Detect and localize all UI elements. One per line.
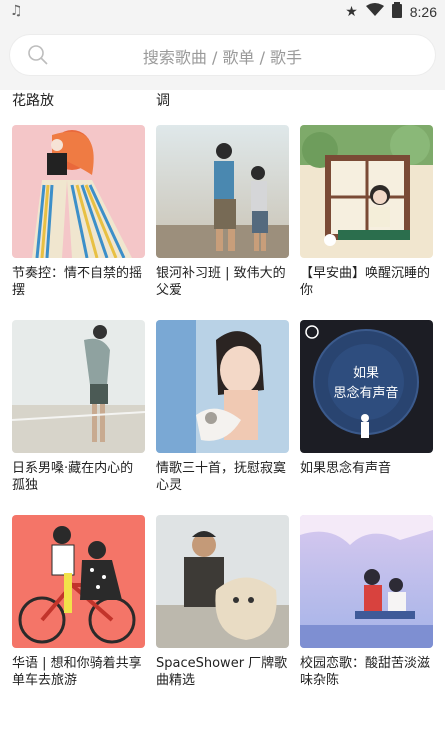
playlist-title: 如果思念有声音 [300,461,392,476]
playlist-card[interactable]: 银河补习班 | 致伟大的父爱 [156,125,289,299]
cover-line-1: 如果 [353,365,379,381]
playlist-card[interactable]: 如果 思念有声音 如果思念有声音 [300,320,433,477]
playlist-cover[interactable] [12,125,145,258]
playlist-title: 银河补习班 | 致伟大的父爱 [156,266,286,298]
playlist-card[interactable]: 情歌三十首，抚慰寂寞心灵 [156,320,289,494]
status-time: 8:26 [409,4,437,20]
playlist-card[interactable]: 日系男嗓·藏在内心的孤独 [12,320,145,494]
star-icon: ★ [345,4,358,20]
previous-row-titles: 花路放 调 [0,90,445,120]
playlist-card[interactable]: 【早安曲】唤醒沉睡的你 [300,125,433,299]
playlist-cover[interactable] [300,125,433,258]
playlist-card[interactable]: SpaceShower 厂牌歌曲精选 [156,515,289,689]
playlist-cover[interactable] [12,515,145,648]
search-bar-container: 搜索歌曲 / 歌单 / 歌手 [0,24,445,90]
playlist-title: 校园恋歌：酸甜苦淡滋味杂陈 [300,656,431,688]
wifi-icon [365,3,384,21]
playlist-title: 日系男嗓·藏在内心的孤独 [12,461,134,493]
playlist-card[interactable]: 节奏控：情不自禁的摇摆 [12,125,145,299]
playlist-cover[interactable] [156,320,289,453]
status-icons: ★ 8:26 [345,2,437,22]
music-note-icon: ♫ [10,3,23,19]
playlist-cover[interactable] [156,125,289,258]
playlist-title: 情歌三十首，抚慰寂寞心灵 [156,461,287,493]
playlist-title: 【早安曲】唤醒沉睡的你 [300,266,431,298]
search-placeholder: 搜索歌曲 / 歌单 / 歌手 [142,48,303,67]
playlist-card[interactable]: 校园恋歌：酸甜苦淡滋味杂陈 [300,515,433,689]
cover-line-2: 思念有声音 [333,385,398,401]
status-bar: ♫ ★ 8:26 [0,0,445,24]
playlist-cover[interactable] [156,515,289,648]
playlist-title: 华语 | 想和你骑着共享单车去旅游 [12,656,142,688]
battery-icon [391,2,402,22]
playlist-title: 节奏控：情不自禁的摇摆 [12,266,143,298]
playlist-cover[interactable] [300,515,433,648]
partial-title-1: 花路放 [12,93,54,109]
playlist-card[interactable]: 华语 | 想和你骑着共享单车去旅游 [12,515,145,689]
partial-title-2: 调 [156,93,170,109]
playlist-cover[interactable] [12,320,145,453]
playlist-cover[interactable]: 如果 思念有声音 [300,320,433,453]
playlist-title: SpaceShower 厂牌歌曲精选 [156,656,288,688]
search-input[interactable]: 搜索歌曲 / 歌单 / 歌手 [10,35,435,75]
